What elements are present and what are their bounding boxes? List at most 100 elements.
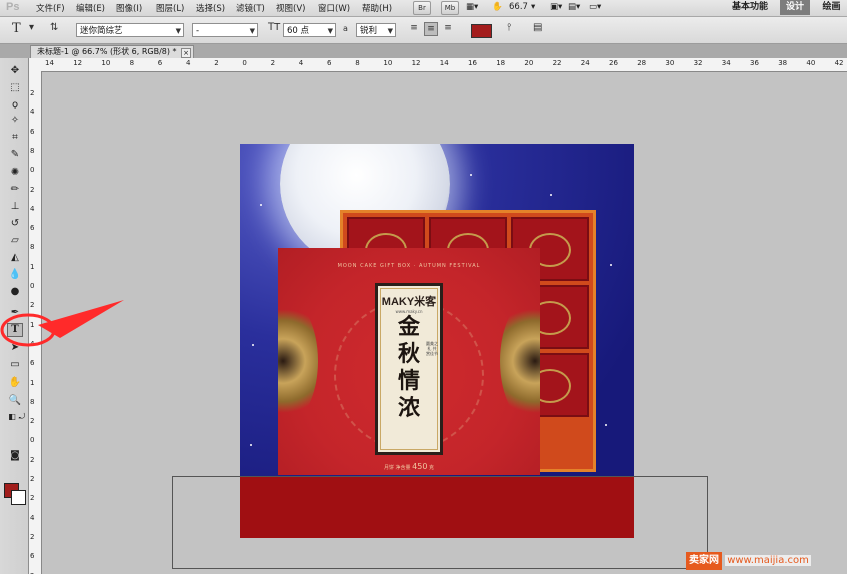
align-center-button[interactable]: ≡ (424, 22, 438, 36)
clone-stamp-tool-icon[interactable]: ⊥ (7, 200, 23, 214)
move-tool-icon[interactable]: ✥ (7, 64, 23, 78)
eraser-tool-icon[interactable]: ▱ (7, 234, 23, 248)
arrange-docs-icon[interactable]: ▣▾ (550, 2, 562, 12)
ruler-tick-label: 22 (552, 59, 562, 67)
marquee-tool-icon[interactable]: ⬚ (7, 81, 23, 95)
star (252, 344, 254, 346)
ruler-tick-label: 8 (129, 59, 135, 67)
net-weight-value: 450 (412, 462, 428, 471)
ruler-tick-label: 1 (30, 262, 35, 271)
font-size-icon: ꓔT (268, 22, 281, 33)
font-size-select[interactable]: 60 点 ▼ (283, 23, 336, 37)
ruler-tick-label: 26 (609, 59, 618, 67)
dragon-ornament-right (500, 296, 540, 426)
swap-colors-icon[interactable]: ⤾ (14, 410, 30, 424)
paint-bucket-tool-icon[interactable]: ◭ (7, 251, 23, 265)
blur-tool-icon[interactable]: 💧 (7, 268, 23, 282)
menu-select[interactable]: 选择(S) (196, 2, 225, 14)
brush-tool-icon[interactable]: ✏ (7, 183, 23, 197)
ruler-tick-label: 6 (30, 127, 35, 136)
menu-edit[interactable]: 编辑(E) (76, 2, 105, 14)
menu-image[interactable]: 图像(I) (116, 2, 142, 14)
hand-tool-icon[interactable]: ✋ (492, 2, 503, 12)
font-style-value: - (196, 26, 200, 36)
chevron-down-icon: ▼ (327, 27, 333, 35)
ruler-tick-label: 2 (30, 532, 35, 541)
ruler-tick-label: 18 (496, 59, 506, 67)
ruler-tick-label: 32 (693, 59, 703, 67)
highlight-circle (0, 313, 56, 347)
star (610, 264, 612, 266)
ruler-tick-label: 12 (411, 59, 421, 67)
grid-icon[interactable]: ▦▾ (466, 2, 478, 12)
document-tab[interactable]: 未标题-1 @ 66.7% (形状 6, RGB/8) * × (30, 45, 194, 58)
align-left-button[interactable]: ≡ (407, 22, 421, 36)
shape-bounding-box[interactable] (172, 476, 708, 569)
close-icon[interactable]: × (181, 48, 191, 58)
healing-brush-tool-icon[interactable]: ✺ (7, 166, 23, 180)
crop-tool-icon[interactable]: ⌗ (7, 131, 23, 145)
menu-help[interactable]: 帮助(H) (362, 2, 392, 14)
quick-mask-icon[interactable]: ◙ (7, 449, 23, 463)
ruler-tick-label: 38 (778, 59, 788, 67)
history-brush-tool-icon[interactable]: ↺ (7, 217, 23, 231)
workspace-design[interactable]: 设计 (780, 0, 810, 15)
ruler-tick-label: 2 (30, 475, 35, 483)
menu-window[interactable]: 窗口(W) (318, 2, 350, 14)
hand-tool-icon[interactable]: ✋ (7, 376, 23, 390)
menu-layer[interactable]: 图层(L) (156, 2, 184, 14)
eyedropper-tool-icon[interactable]: ✎ (7, 148, 23, 162)
chevron-down-icon[interactable]: ▾ (531, 2, 535, 12)
menu-filter[interactable]: 滤镜(T) (236, 2, 265, 14)
title-char-1: 金 (397, 314, 420, 340)
zoom-level[interactable]: 66.7 (509, 2, 528, 12)
star (605, 424, 607, 426)
star (550, 194, 552, 196)
ruler-tick-label: 42 (834, 59, 844, 67)
net-weight-unit: 克 (429, 465, 435, 471)
ruler-tick-label: 4 (298, 59, 304, 67)
minibridge-button[interactable]: Mb (441, 1, 459, 15)
font-size-value: 60 点 (287, 26, 310, 36)
chevron-down-icon[interactable]: ▾ (29, 22, 34, 33)
screen-mode-icon[interactable]: ▭▾ (589, 2, 601, 12)
font-family-select[interactable]: 迷你简综艺 ▼ (76, 23, 184, 37)
title-char-3: 情 (397, 368, 420, 394)
text-color-swatch[interactable] (471, 24, 492, 38)
layout-icon[interactable]: ▤▾ (568, 2, 580, 12)
ruler-tick-label: 8 (355, 59, 360, 67)
type-tool-preset-icon[interactable]: T (12, 21, 21, 36)
menu-view[interactable]: 视图(V) (276, 2, 305, 14)
align-right-button[interactable]: ≡ (441, 22, 455, 36)
antialias-value: 锐利 (360, 26, 378, 36)
ruler-tick-label: 4 (186, 59, 191, 67)
zoom-tool-icon[interactable]: 🔍 (7, 394, 23, 408)
workspace-essentials[interactable]: 基本功能 (725, 0, 775, 15)
ruler-tick-label: 2 (30, 494, 35, 503)
menu-file[interactable]: 文件(F) (36, 2, 65, 14)
orientation-toggle-icon[interactable]: ⇅ (50, 22, 58, 33)
workspace-painting[interactable]: 绘画 (816, 0, 847, 15)
font-style-select[interactable]: - ▼ (192, 23, 258, 37)
ruler-tick-label: 10 (101, 59, 111, 67)
ruler-tick-label: 0 (242, 59, 247, 67)
ruler-tick-label: 10 (383, 59, 393, 67)
lasso-tool-icon[interactable]: ϙ (7, 98, 23, 112)
ruler-tick-label: 34 (721, 59, 731, 67)
background-color-swatch[interactable] (11, 490, 26, 505)
chevron-down-icon: ▼ (175, 27, 181, 35)
warp-text-icon[interactable]: ⫯ (507, 22, 511, 33)
ruler-tick-label: 2 (214, 59, 219, 67)
side-slogan: 圆美之礼 共赏佳节 (426, 341, 438, 356)
antialias-select[interactable]: 锐利 ▼ (356, 23, 396, 37)
gift-box-lid-image: MOON CAKE GIFT BOX · AUTUMN FESTIVAL MAK… (278, 248, 540, 475)
ruler-tick-label: 4 (30, 513, 35, 522)
ruler-tick-label: 6 (30, 224, 35, 233)
annotation-arrow (38, 300, 124, 338)
ruler-tick-label: 14 (45, 59, 54, 67)
bridge-button[interactable]: Br (413, 1, 431, 15)
character-panel-icon[interactable]: ▤ (533, 22, 542, 33)
brand-logo: MAKY米客 (381, 296, 437, 308)
quick-select-tool-icon[interactable]: ✧ (7, 114, 23, 128)
menu-bar: Ps 文件(F) 编辑(E) 图像(I) 图层(L) 选择(S) 滤镜(T) 视… (0, 0, 847, 17)
